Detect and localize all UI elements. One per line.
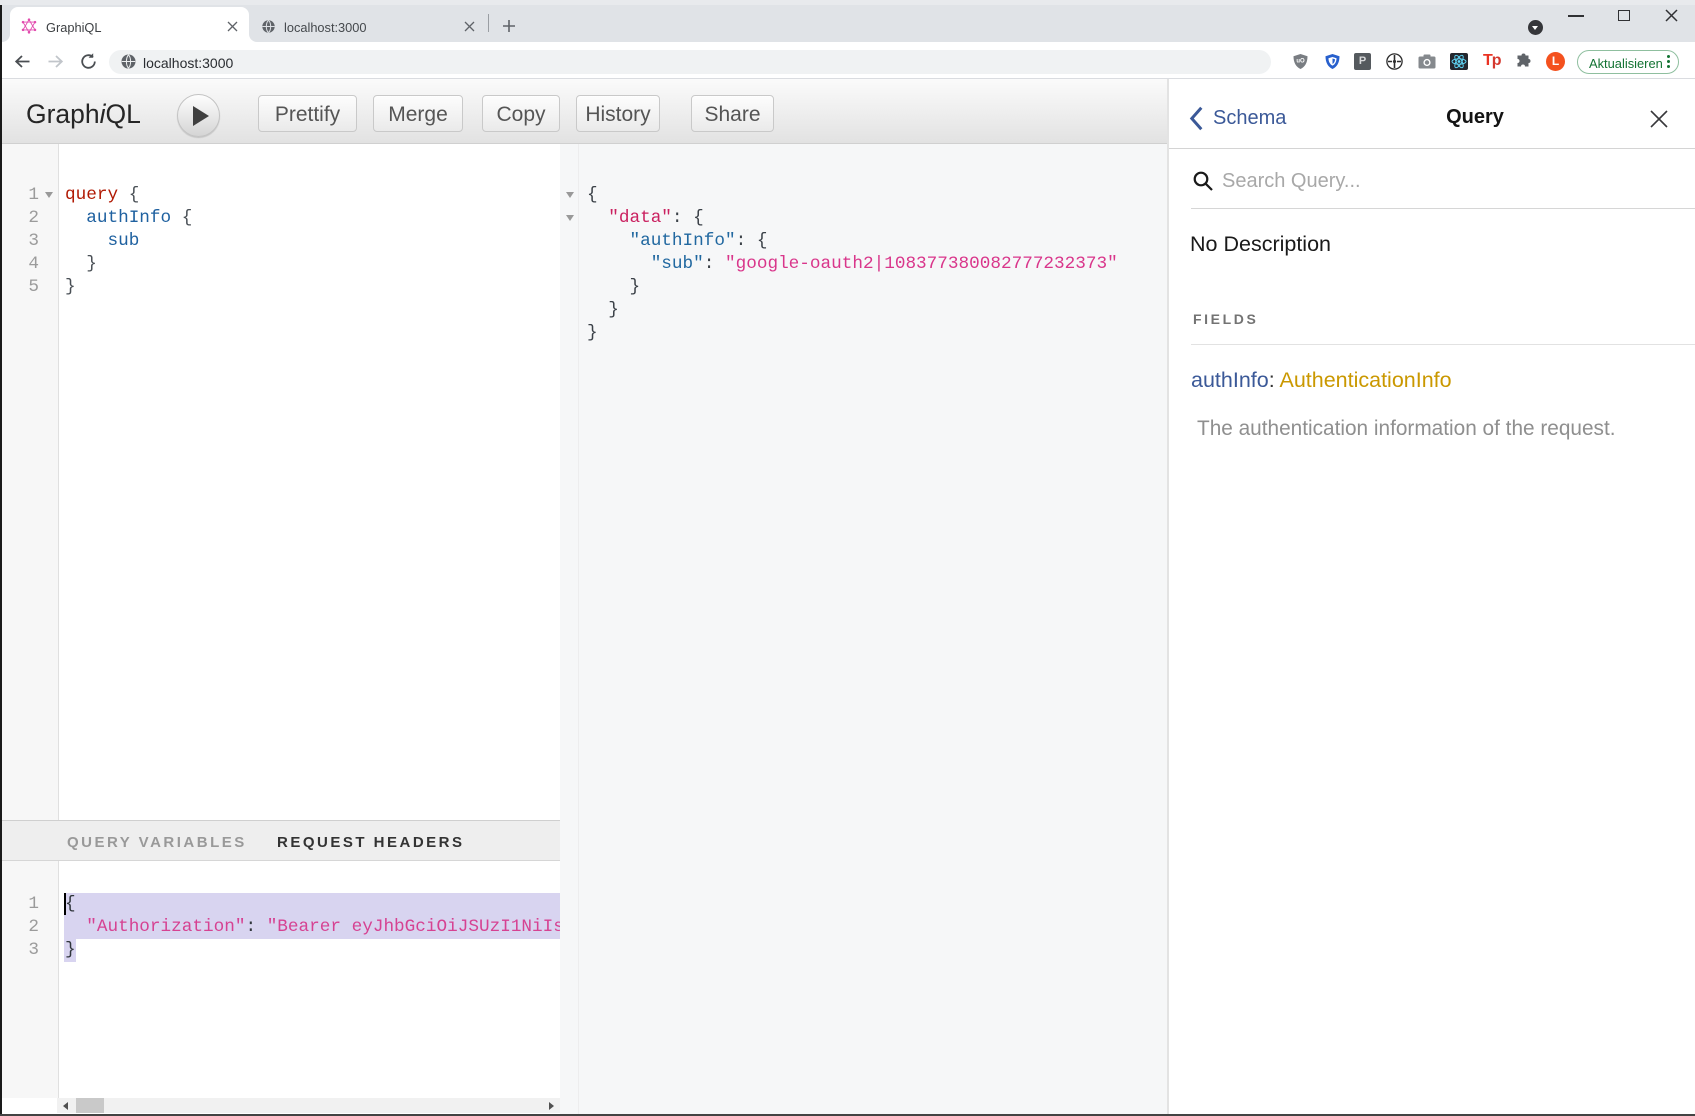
svg-text:uO: uO (1296, 59, 1305, 65)
